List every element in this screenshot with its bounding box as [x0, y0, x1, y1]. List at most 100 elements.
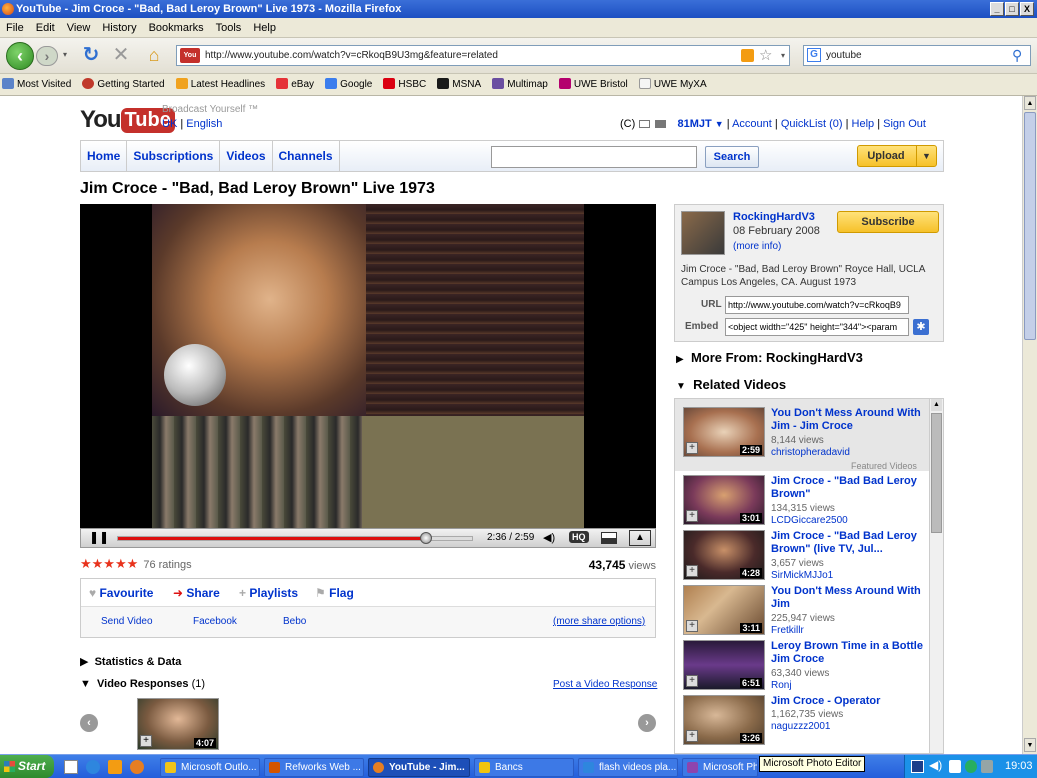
- tab-home[interactable]: Home: [81, 141, 128, 171]
- tv-icon[interactable]: [655, 120, 667, 128]
- bookmark-star-icon[interactable]: ☆: [759, 46, 772, 65]
- list-item[interactable]: +3:11 You Don't Mess Around With Jim 225…: [683, 585, 935, 637]
- bookmark-google[interactable]: Google: [323, 74, 378, 96]
- scroll-left-icon[interactable]: ‹: [80, 714, 98, 732]
- pause-icon[interactable]: ❚❚: [89, 530, 109, 544]
- menu-tools[interactable]: Tools: [210, 18, 248, 38]
- region-link[interactable]: UK: [162, 118, 177, 130]
- bookmark-uwe-bristol[interactable]: UWE Bristol: [557, 74, 634, 96]
- reload-icon[interactable]: ↻: [80, 44, 102, 66]
- post-response-link[interactable]: Post a Video Response: [553, 679, 657, 690]
- quicklist-link[interactable]: QuickList (0): [781, 118, 843, 130]
- antivirus-icon[interactable]: [965, 760, 977, 773]
- back-button[interactable]: ‹: [6, 42, 34, 70]
- scroll-thumb[interactable]: [1024, 112, 1036, 340]
- related-title[interactable]: Jim Croce - "Bad Bad Leroy Brown": [771, 475, 933, 501]
- share-button[interactable]: ➜ Share: [173, 579, 220, 607]
- chevron-down-icon[interactable]: ▼: [715, 119, 724, 129]
- scroll-thumb[interactable]: [931, 413, 942, 533]
- scroll-up-icon[interactable]: ▲: [1024, 96, 1036, 110]
- ie-icon[interactable]: [86, 760, 100, 774]
- tab-subscriptions[interactable]: Subscriptions: [127, 141, 221, 171]
- more-from-toggle[interactable]: ▶ More From: RockingHardV3: [676, 350, 863, 365]
- outlook-icon[interactable]: [108, 760, 122, 774]
- task-refworks[interactable]: Refworks Web ...: [264, 758, 364, 777]
- desktop-icon[interactable]: [64, 760, 78, 774]
- list-item[interactable]: +6:51 Leroy Brown Time in a Bottle Jim C…: [683, 640, 935, 692]
- video-thumbnail[interactable]: +3:26: [683, 695, 765, 745]
- add-icon[interactable]: +: [686, 620, 698, 632]
- sign-out-link[interactable]: Sign Out: [883, 118, 926, 130]
- list-item[interactable]: +3:26 Jim Croce - Operator 1,162,735 vie…: [683, 695, 935, 747]
- related-user[interactable]: SirMickMJJo1: [771, 570, 833, 581]
- related-user[interactable]: Fretkillr: [771, 625, 804, 636]
- help-link[interactable]: Help: [852, 118, 875, 130]
- yt-search-button[interactable]: Search: [705, 146, 759, 168]
- related-user[interactable]: Ronj: [771, 680, 792, 691]
- stats-toggle[interactable]: ▶ Statistics & Data: [80, 655, 181, 668]
- add-icon[interactable]: +: [686, 675, 698, 687]
- hq-button[interactable]: HQ: [569, 531, 589, 543]
- facebook-link[interactable]: Facebook: [193, 607, 237, 637]
- bookmark-ebay[interactable]: eBay: [274, 74, 320, 96]
- video-thumbnail[interactable]: +3:01: [683, 475, 765, 525]
- volume-tray-icon[interactable]: ◀): [929, 758, 942, 772]
- video-thumbnail[interactable]: +2:59: [683, 407, 765, 457]
- upload-dropdown-icon[interactable]: ▼: [916, 146, 936, 166]
- youtube-logo[interactable]: You Tube: [80, 106, 175, 134]
- bookmark-msna[interactable]: MSNA: [435, 74, 487, 96]
- add-icon[interactable]: +: [686, 565, 698, 577]
- send-video-link[interactable]: Send Video: [101, 607, 153, 637]
- scroll-down-icon[interactable]: ▼: [1024, 738, 1036, 752]
- menu-view[interactable]: View: [61, 18, 97, 38]
- google-engine-icon[interactable]: G: [807, 48, 821, 62]
- rss-icon[interactable]: [741, 49, 754, 62]
- search-icon[interactable]: ⚲: [1012, 46, 1022, 65]
- menu-bookmarks[interactable]: Bookmarks: [143, 18, 210, 38]
- menu-help[interactable]: Help: [247, 18, 282, 38]
- scroll-right-icon[interactable]: ›: [638, 714, 656, 732]
- yt-search-input[interactable]: [491, 146, 697, 168]
- related-title[interactable]: You Don't Mess Around With Jim: [771, 585, 933, 611]
- bookmark-latest-headlines[interactable]: Latest Headlines: [174, 74, 272, 96]
- tray-misc-icon[interactable]: [981, 760, 993, 773]
- related-user[interactable]: LCDGiccare2500: [771, 515, 848, 526]
- bookmark-hsbc[interactable]: HSBC: [381, 74, 432, 96]
- related-title[interactable]: You Don't Mess Around With Jim - Jim Cro…: [771, 407, 933, 433]
- home-icon[interactable]: ⌂: [142, 44, 166, 66]
- flag-button[interactable]: ⚑ Flag: [315, 579, 354, 607]
- stop-icon[interactable]: ✕: [110, 44, 132, 66]
- bebo-link[interactable]: Bebo: [283, 607, 306, 637]
- task-bancs[interactable]: Bancs: [474, 758, 574, 777]
- url-field[interactable]: http://www.youtube.com/watch?v=cRkoqB9: [725, 296, 909, 314]
- playlists-button[interactable]: + Playlists: [239, 579, 298, 607]
- channel-name[interactable]: RockingHardV3: [733, 211, 815, 223]
- url-dropdown-icon[interactable]: ▾: [781, 46, 785, 65]
- response-thumbnail[interactable]: + 4:07: [137, 698, 219, 750]
- rating-stars[interactable]: ★★★★★ 76 ratings: [80, 556, 192, 572]
- forward-button[interactable]: ›: [36, 46, 58, 66]
- related-user[interactable]: christopheradavid: [771, 447, 850, 458]
- account-link[interactable]: Account: [732, 118, 772, 130]
- video-thumbnail[interactable]: +6:51: [683, 640, 765, 690]
- gear-icon[interactable]: ✱: [913, 319, 929, 335]
- add-icon[interactable]: +: [686, 730, 698, 742]
- list-item[interactable]: +3:01 Jim Croce - "Bad Bad Leroy Brown" …: [683, 475, 935, 527]
- more-share-link[interactable]: (more share options): [553, 607, 645, 637]
- task-youtube[interactable]: YouTube - Jim...: [368, 758, 470, 777]
- task-photo-editor[interactable]: Microsoft Pho...: [682, 758, 758, 777]
- tab-channels[interactable]: Channels: [273, 141, 340, 171]
- add-icon[interactable]: +: [686, 442, 698, 454]
- scroll-up-icon[interactable]: ▲: [931, 399, 942, 411]
- popout-icon[interactable]: [601, 532, 617, 544]
- add-icon[interactable]: +: [140, 735, 152, 747]
- related-title[interactable]: Jim Croce - "Bad Bad Leroy Brown" (live …: [771, 530, 933, 556]
- start-button[interactable]: Start: [0, 755, 54, 778]
- favourite-button[interactable]: ♥ Favourite: [89, 579, 153, 607]
- search-bar[interactable]: G youtube ⚲: [803, 45, 1031, 66]
- menu-file[interactable]: File: [0, 18, 30, 38]
- list-item[interactable]: +4:28 Jim Croce - "Bad Bad Leroy Brown" …: [683, 530, 935, 582]
- mail-icon[interactable]: [639, 120, 651, 128]
- more-info-link[interactable]: (more info): [733, 241, 781, 252]
- minimize-button[interactable]: _: [990, 2, 1004, 16]
